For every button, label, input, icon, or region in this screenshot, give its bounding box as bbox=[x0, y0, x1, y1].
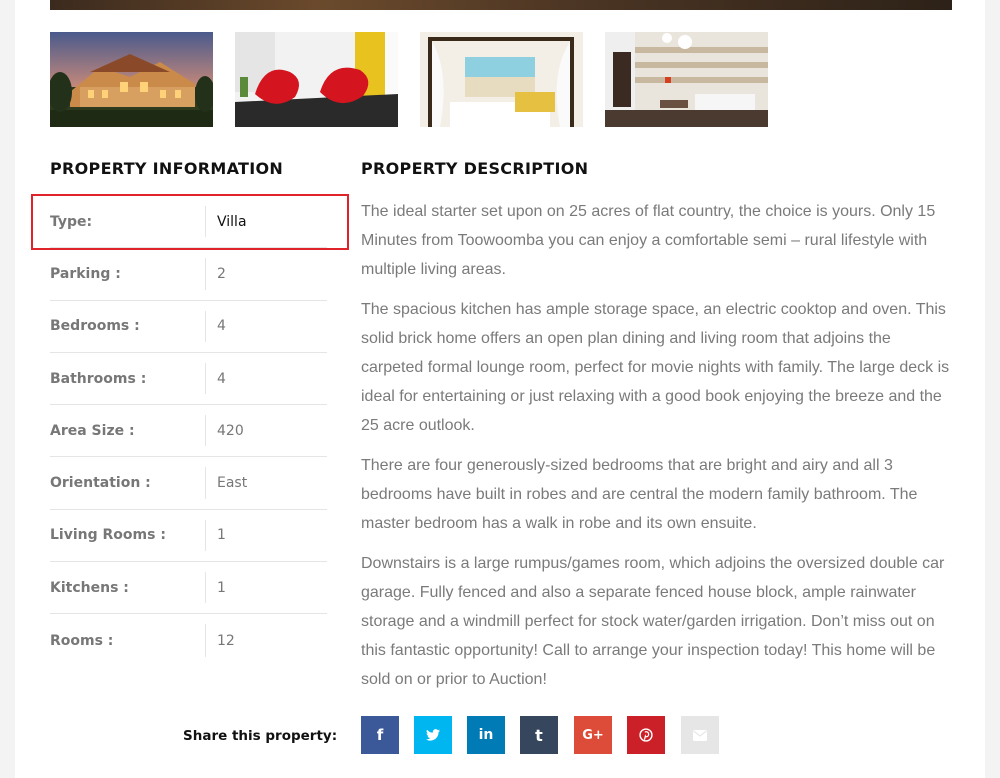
villa-exterior-photo-icon bbox=[50, 32, 213, 127]
pinterest-icon bbox=[639, 728, 653, 742]
property-info-table: Type: Villa Parking : 2 Bedrooms : 4 Bat… bbox=[50, 196, 327, 667]
divider bbox=[205, 415, 206, 447]
info-value: 1 bbox=[217, 527, 226, 544]
gallery-thumbnail-red-chairs[interactable] bbox=[235, 32, 398, 127]
twitter-icon bbox=[426, 729, 440, 741]
info-row-rooms: Rooms : 12 bbox=[50, 614, 327, 666]
gallery-thumbnail-villa-exterior[interactable] bbox=[50, 32, 213, 127]
description-paragraph: Downstairs is a large rumpus/games room,… bbox=[361, 555, 945, 688]
info-row-kitchens: Kitchens : 1 bbox=[50, 562, 327, 615]
facebook-icon: f bbox=[376, 726, 384, 744]
info-label: Bedrooms : bbox=[50, 318, 140, 335]
divider bbox=[205, 624, 206, 657]
share-facebook-button[interactable]: f bbox=[361, 716, 399, 754]
info-label: Parking : bbox=[50, 265, 121, 282]
share-googleplus-button[interactable]: G+ bbox=[574, 716, 612, 754]
property-description: The ideal starter set upon on 25 acres o… bbox=[361, 197, 956, 705]
info-row-bathrooms: Bathrooms : 4 bbox=[50, 353, 327, 406]
share-label: Share this property: bbox=[183, 728, 338, 744]
divider bbox=[205, 572, 206, 604]
info-value: 420 bbox=[217, 422, 244, 439]
info-label: Bathrooms : bbox=[50, 370, 147, 387]
info-row-area-size: Area Size : 420 bbox=[50, 405, 327, 458]
gallery-thumbnail-canopy-bedroom[interactable] bbox=[420, 32, 583, 127]
info-row-parking: Parking : 2 bbox=[50, 248, 327, 301]
share-linkedin-button[interactable]: in bbox=[467, 716, 505, 754]
property-information-title: PROPERTY INFORMATION bbox=[50, 159, 284, 178]
share-email-button[interactable] bbox=[681, 716, 719, 754]
info-row-orientation: Orientation : East bbox=[50, 457, 327, 510]
info-value: 2 bbox=[217, 265, 226, 282]
info-label: Orientation : bbox=[50, 475, 151, 492]
gallery-thumbnail-living-room[interactable] bbox=[605, 32, 768, 127]
info-row-living-rooms: Living Rooms : 1 bbox=[50, 510, 327, 563]
share-tumblr-button[interactable]: t bbox=[520, 716, 558, 754]
info-value: 4 bbox=[217, 370, 226, 387]
red-chairs-interior-photo-icon bbox=[235, 32, 398, 127]
info-label: Rooms : bbox=[50, 632, 114, 649]
description-paragraph: There are four generously-sized bedrooms… bbox=[361, 457, 918, 532]
canopy-bedroom-photo-icon bbox=[420, 32, 583, 127]
share-twitter-button[interactable] bbox=[414, 716, 452, 754]
tumblr-icon: t bbox=[535, 725, 543, 745]
divider bbox=[205, 519, 206, 552]
type-row-highlight bbox=[31, 194, 349, 250]
info-label: Kitchens : bbox=[50, 579, 129, 596]
hero-image-bottom-edge[interactable] bbox=[50, 0, 952, 10]
info-value: East bbox=[217, 475, 248, 492]
divider bbox=[205, 258, 206, 290]
property-description-title: PROPERTY DESCRIPTION bbox=[361, 159, 589, 178]
info-label: Living Rooms : bbox=[50, 527, 166, 544]
info-label: Area Size : bbox=[50, 422, 135, 439]
description-paragraph: The spacious kitchen has ample storage s… bbox=[361, 301, 950, 434]
info-row-bedrooms: Bedrooms : 4 bbox=[50, 301, 327, 353]
email-icon bbox=[693, 729, 707, 741]
divider bbox=[205, 362, 206, 395]
info-value: 4 bbox=[217, 318, 226, 335]
living-room-photo-icon bbox=[605, 32, 768, 127]
info-value: 12 bbox=[217, 632, 235, 649]
divider bbox=[205, 467, 206, 499]
divider bbox=[205, 310, 206, 342]
googleplus-icon: G+ bbox=[582, 727, 604, 743]
share-pinterest-button[interactable] bbox=[627, 716, 665, 754]
description-paragraph: The ideal starter set upon on 25 acres o… bbox=[361, 203, 936, 278]
info-value: 1 bbox=[217, 579, 226, 596]
linkedin-icon: in bbox=[478, 727, 494, 743]
